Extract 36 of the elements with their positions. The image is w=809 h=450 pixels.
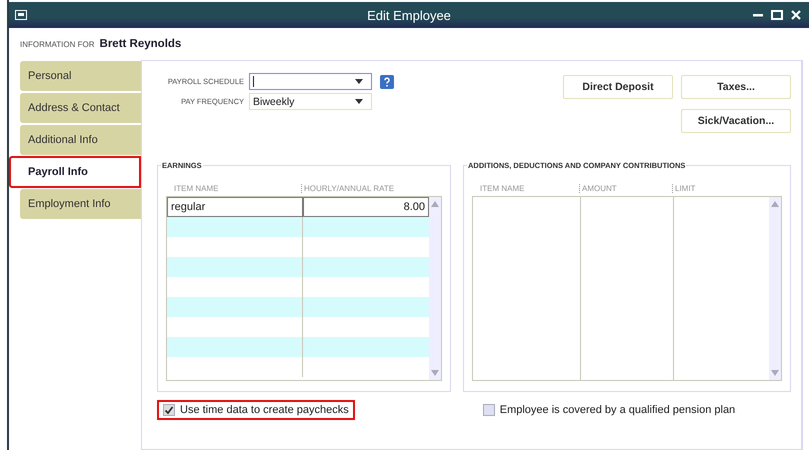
help-icon[interactable] — [380, 74, 394, 88]
column-header: ITEM NAME — [479, 184, 526, 192]
table-cell: 8.00 — [303, 197, 429, 217]
pay-frequency-dropdown[interactable]: Biweekly — [249, 93, 372, 110]
checkbox[interactable] — [482, 404, 495, 416]
maximize-icon[interactable] — [771, 10, 783, 20]
information-for-label: INFORMATION FOR — [20, 40, 95, 48]
column-header: ITEM NAME — [173, 184, 220, 192]
action-button[interactable]: Direct Deposit — [563, 75, 673, 99]
sidebar-tab[interactable]: Employment Info — [20, 189, 141, 219]
column-header: LIMIT — [672, 184, 696, 192]
table-cell: regular — [167, 197, 303, 217]
sidebar-tab[interactable]: Address & Contact — [20, 93, 141, 123]
dropdown-caret-icon — [355, 79, 363, 84]
sidebar-tab[interactable]: Additional Info — [20, 125, 141, 155]
scroll-down-icon[interactable] — [771, 370, 779, 376]
scroll-bar[interactable] — [429, 197, 441, 380]
sidebar-tab[interactable]: Payroll Info — [9, 156, 141, 188]
checkbox[interactable] — [163, 404, 175, 416]
scroll-down-icon[interactable] — [431, 370, 439, 376]
action-button[interactable]: Sick/Vacation... — [681, 108, 791, 132]
scroll-bar[interactable] — [769, 197, 781, 380]
payroll-schedule-dropdown[interactable] — [249, 73, 372, 90]
column-header: AMOUNT — [579, 184, 672, 192]
window-title: Edit Employee — [367, 8, 451, 22]
checkbox-option[interactable]: Use time data to create paychecks — [157, 400, 355, 420]
employee-name: Brett Reynolds — [100, 38, 182, 50]
window-menu-icon[interactable] — [15, 10, 27, 20]
close-icon[interactable] — [791, 10, 801, 20]
scroll-up-icon[interactable] — [431, 201, 439, 207]
checkbox-option[interactable]: Employee is covered by a qualified pension plan — [478, 400, 740, 420]
sidebar-tab[interactable]: Personal — [20, 61, 141, 91]
dropdown-caret-icon — [355, 99, 363, 104]
column-header: HOURLY/ANNUAL RATE — [301, 184, 394, 192]
scroll-up-icon[interactable] — [771, 201, 779, 207]
action-button[interactable]: Taxes... — [681, 75, 791, 99]
